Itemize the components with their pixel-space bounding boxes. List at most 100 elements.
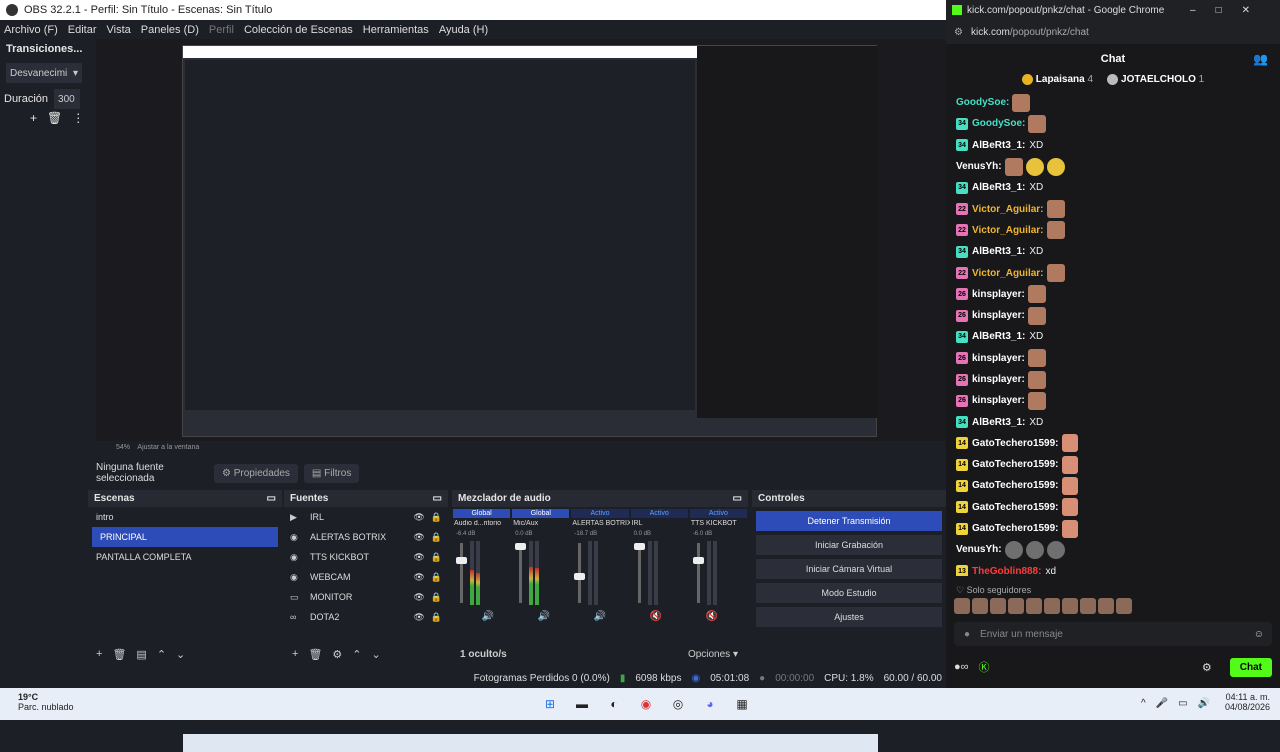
volume-icon[interactable]: 🔊 — [1198, 698, 1210, 709]
slider-knob[interactable] — [456, 557, 467, 564]
emote[interactable] — [1026, 598, 1042, 614]
app-icon[interactable]: ▦ — [732, 694, 752, 714]
chat-username[interactable]: GoodySoe: — [972, 118, 1025, 129]
slider-knob[interactable] — [633, 543, 645, 550]
zoom-value[interactable]: 54% — [116, 444, 130, 451]
options-button[interactable]: Opciones ▾ — [688, 649, 738, 660]
subscriber-badge[interactable]: 14 — [956, 458, 968, 471]
menu-paneles[interactable]: Paneles (D) — [141, 24, 199, 36]
undock-icon[interactable]: ▭ — [733, 490, 742, 507]
scene-item[interactable]: PANTALLA COMPLETA — [88, 547, 282, 567]
file-explorer-icon[interactable]: ▬ — [572, 694, 592, 714]
site-info-icon[interactable]: ⚙ — [954, 27, 963, 38]
source-item[interactable]: ◉ ALERTAS BOTRIX 👁 🔒 — [284, 527, 448, 547]
subscriber-badge[interactable]: 13 — [956, 565, 968, 576]
speaker-icon[interactable]: 🔊 — [594, 611, 606, 622]
eye-icon[interactable]: 👁 — [413, 532, 424, 543]
chat-username[interactable]: VenusYh: — [956, 544, 1002, 555]
chat-username[interactable]: kinsplayer: — [972, 374, 1025, 385]
emote[interactable] — [1027, 349, 1046, 368]
subscriber-badge[interactable]: 26 — [956, 288, 968, 301]
channel-name[interactable]: IRL — [630, 520, 689, 527]
volume-slider[interactable] — [460, 543, 463, 603]
start-recording-button[interactable]: Iniciar Grabación — [756, 535, 942, 555]
send-chat-button[interactable]: Chat — [1229, 657, 1272, 677]
chat-username[interactable]: AlBeRt3_1: — [972, 417, 1025, 428]
chat-username[interactable]: GatoTechero1599: — [972, 438, 1059, 449]
emote[interactable] — [1004, 540, 1023, 559]
volume-slider[interactable] — [696, 543, 700, 603]
up-icon[interactable]: ⌃ — [352, 648, 361, 661]
network-icon[interactable]: ▭ — [1178, 698, 1187, 709]
volume-slider[interactable] — [519, 543, 523, 603]
more-icon[interactable]: ⋮ — [72, 111, 84, 125]
steam-icon[interactable]: ◐ — [604, 694, 624, 714]
emote[interactable] — [1046, 264, 1065, 283]
emote[interactable] — [1080, 598, 1096, 614]
source-item[interactable]: ▭ MONITOR 👁 🔒 — [284, 587, 448, 607]
emote[interactable] — [972, 598, 988, 614]
scene-item[interactable]: intro — [88, 507, 282, 527]
chat-username[interactable]: kinsplayer: — [972, 353, 1025, 364]
fit-window[interactable]: Ajustar a la ventana — [137, 444, 199, 451]
emote[interactable] — [1004, 157, 1023, 176]
emote[interactable] — [1012, 93, 1031, 112]
stop-stream-button[interactable]: Detener Transmisión — [756, 511, 942, 531]
lock-icon[interactable]: 🔒 — [431, 592, 442, 603]
subscriber-badge[interactable]: 34 — [956, 245, 968, 258]
emote[interactable] — [1044, 598, 1060, 614]
menu-coleccion[interactable]: Colección de Escenas — [244, 24, 353, 36]
emote[interactable] — [1046, 221, 1065, 240]
emote[interactable] — [1046, 157, 1065, 176]
chat-username[interactable]: Victor_Aguilar: — [972, 204, 1044, 215]
virtual-camera-button[interactable]: Iniciar Cámara Virtual — [756, 559, 942, 579]
chat-input[interactable]: ● Enviar un mensaje ☺ — [954, 622, 1272, 646]
emote[interactable] — [1046, 200, 1065, 219]
add-icon[interactable]: + — [292, 648, 298, 660]
up-icon[interactable]: ⌃ — [157, 648, 166, 661]
clock[interactable]: 04:11 a. m. 04/08/2026 — [1225, 692, 1270, 712]
emote[interactable] — [1025, 157, 1044, 176]
obs-icon[interactable]: ◎ — [668, 694, 688, 714]
menu-ayuda[interactable]: Ayuda (H) — [439, 24, 488, 36]
gifter-item[interactable]: Lapaisana 4 — [1021, 74, 1093, 92]
channel-name[interactable]: ALERTAS BOTRIX — [570, 520, 629, 527]
mic-icon[interactable]: 🎤 — [1156, 698, 1168, 709]
slider-knob[interactable] — [574, 573, 586, 580]
subscriber-badge[interactable]: 26 — [956, 352, 968, 365]
emote[interactable] — [1027, 391, 1046, 410]
emote[interactable] — [1028, 114, 1047, 133]
trash-icon[interactable]: 🗑 — [308, 648, 322, 661]
eye-icon[interactable]: 👁 — [413, 552, 424, 563]
chat-username[interactable]: AlBeRt3_1: — [972, 246, 1025, 257]
menu-editar[interactable]: Editar — [68, 24, 97, 36]
mute-icon[interactable]: 🔇 — [650, 611, 662, 622]
emote[interactable] — [990, 598, 1006, 614]
chat-username[interactable]: kinsplayer: — [972, 289, 1025, 300]
source-item[interactable]: ◉ TTS KICKBOT 👁 🔒 — [284, 547, 448, 567]
eye-icon[interactable]: 👁 — [413, 512, 424, 523]
subscriber-badge[interactable]: 22 — [956, 203, 968, 216]
chat-settings-icon[interactable]: ● — [964, 629, 970, 640]
subscriber-badge[interactable]: 34 — [956, 416, 968, 429]
chevron-up-icon[interactable]: ^ — [1141, 698, 1146, 709]
emote[interactable] — [1116, 598, 1132, 614]
gifter-item[interactable]: JOTAELCHOLO 1 — [1107, 74, 1204, 92]
lock-icon[interactable]: 🔒 — [431, 552, 442, 563]
windows-start-icon[interactable]: ⊞ — [540, 694, 560, 714]
eye-icon[interactable]: 👁 — [413, 592, 424, 603]
emote[interactable] — [1061, 498, 1078, 517]
filters-button[interactable]: ▤ Filtros — [303, 463, 360, 483]
chat-username[interactable]: TheGoblin888: — [972, 566, 1041, 576]
chat-username[interactable]: GatoTechero1599: — [972, 480, 1059, 491]
emote[interactable] — [1046, 540, 1065, 559]
subscriber-badge[interactable]: 22 — [956, 224, 968, 237]
menu-archivo[interactable]: Archivo (F) — [4, 24, 58, 36]
duration-input[interactable]: 300 — [54, 89, 81, 109]
chat-username[interactable]: Victor_Aguilar: — [972, 225, 1044, 236]
eye-icon[interactable]: 👁 — [413, 612, 424, 623]
chat-username[interactable]: Victor_Aguilar: — [972, 268, 1044, 279]
weather-widget[interactable]: 19°C Parc. nublado — [18, 692, 74, 712]
discord-icon[interactable]: ◕ — [700, 694, 720, 714]
chat-username[interactable]: kinsplayer: — [972, 310, 1025, 321]
